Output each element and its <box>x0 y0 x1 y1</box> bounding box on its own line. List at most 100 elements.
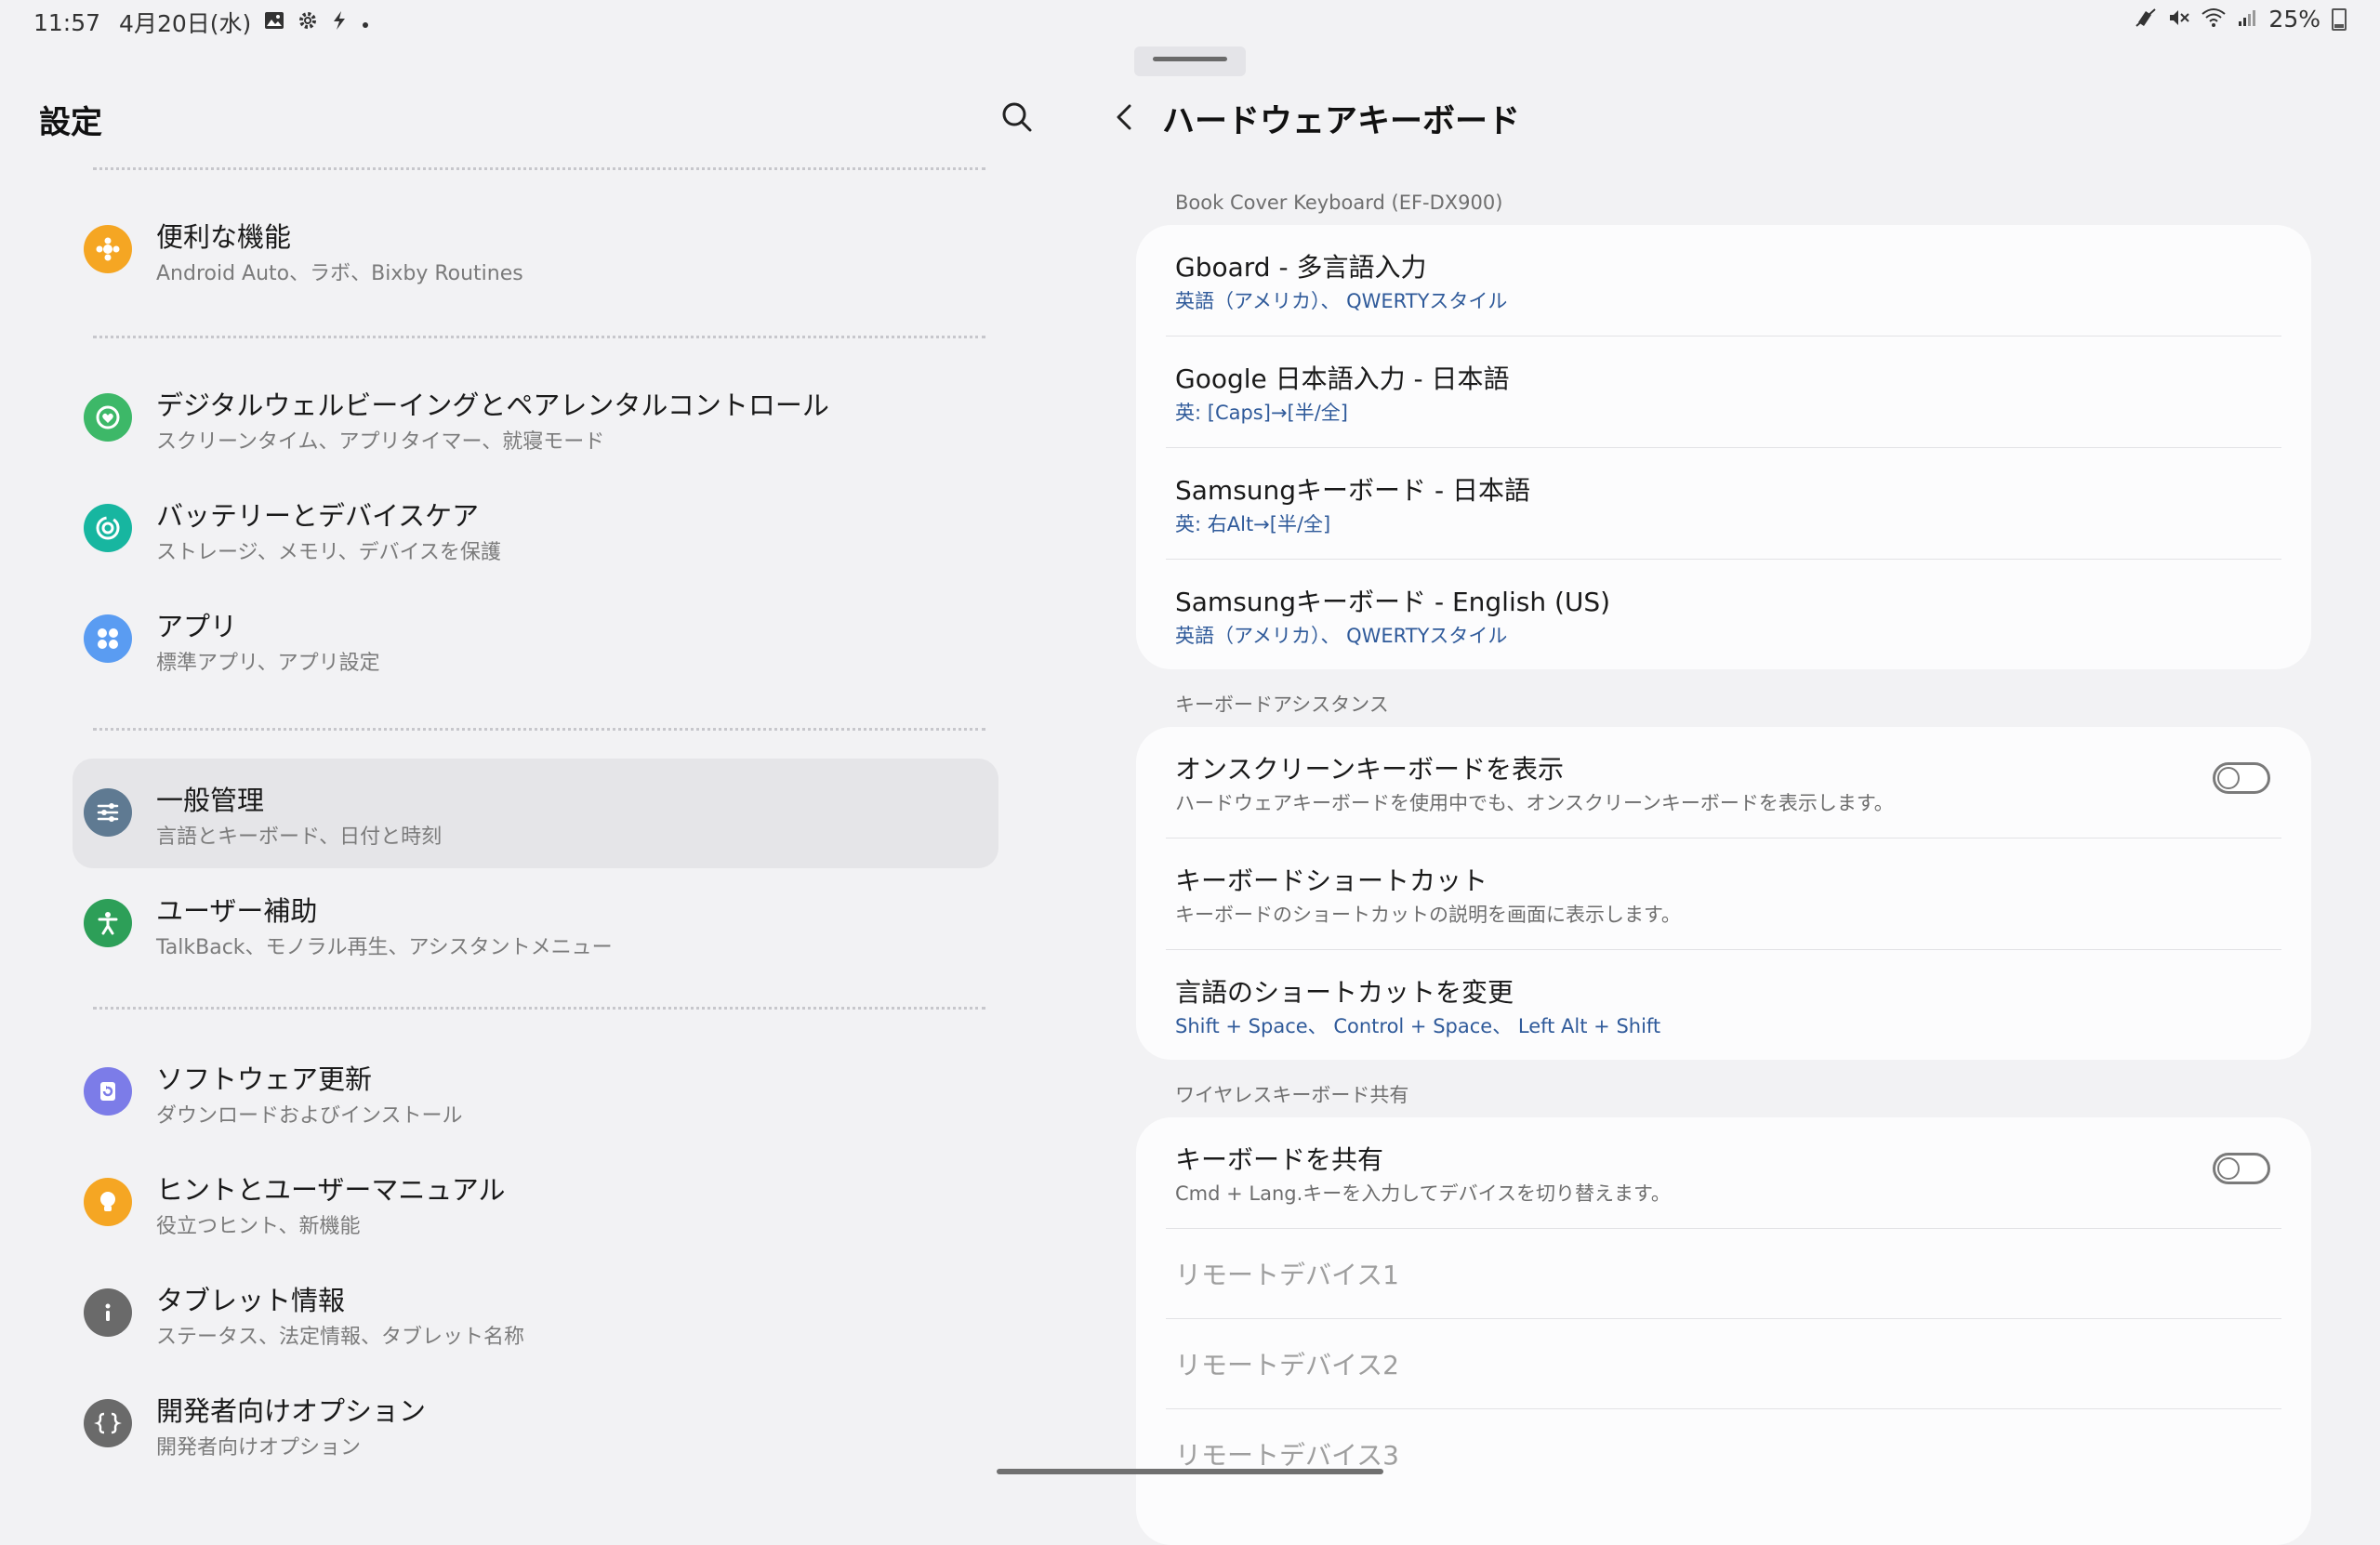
menu-item-subtitle: 言語とキーボード、日付と時刻 <box>156 825 443 849</box>
menu-item-general-management[interactable]: 一般管理 言語とキーボード、日付と時刻 <box>73 759 998 868</box>
bolt-icon <box>331 10 348 34</box>
menu-item-tips-manual[interactable]: ヒントとユーザーマニュアル 役立つヒント、新機能 <box>73 1152 998 1256</box>
update-icon <box>84 1067 132 1116</box>
info-icon <box>84 1288 132 1337</box>
row-subtitle: Cmd + Lang.キーを入力してデバイスを切り替えます。 <box>1175 1182 1671 1205</box>
menu-item-digital-wellbeing[interactable]: デジタルウェルビーイングとペアレンタルコントロール スクリーンタイム、アプリタイ… <box>73 367 998 471</box>
list-item-show-onscreen-keyboard[interactable]: オンスクリーンキーボードを表示 ハードウェアキーボードを使用中でも、オンスクリー… <box>1166 727 2281 838</box>
list-item-samsung-english[interactable]: Samsungキーボード - English (US) 英語（アメリカ）、 QW… <box>1166 559 2281 669</box>
menu-item-label: 便利な機能 <box>156 221 292 253</box>
lightbulb-icon <box>84 1178 132 1226</box>
section-header: ワイヤレスキーボード共有 <box>1175 1084 1409 1106</box>
row-subtitle: 英語（アメリカ）、 QWERTYスタイル <box>1175 290 1508 312</box>
list-item-language-shortcut[interactable]: 言語のショートカットを変更 Shift + Space、 Control + S… <box>1166 949 2281 1060</box>
list-item-share-keyboard[interactable]: キーボードを共有 Cmd + Lang.キーを入力してデバイスを切り替えます。 <box>1166 1117 2281 1228</box>
keyboard-assistance-card: オンスクリーンキーボードを表示 ハードウェアキーボードを使用中でも、オンスクリー… <box>1136 727 2311 1060</box>
row-title: 言語のショートカットを変更 <box>1175 977 1514 1008</box>
search-icon[interactable] <box>998 99 1036 136</box>
row-subtitle: 英: [Caps]→[半/全] <box>1175 402 1348 424</box>
menu-item-subtitle: Android Auto、ラボ、Bixby Routines <box>156 262 523 285</box>
device-care-icon <box>84 504 132 552</box>
menu-item-tablet-info[interactable]: タブレット情報 ステータス、法定情報、タブレット名称 <box>73 1262 998 1367</box>
menu-item-advanced-features[interactable]: 便利な機能 Android Auto、ラボ、Bixby Routines <box>73 199 998 303</box>
divider <box>93 167 985 170</box>
menu-item-label: ソフトウェア更新 <box>156 1063 373 1095</box>
menu-item-subtitle: TalkBack、モノラル再生、アシスタントメニュー <box>156 936 613 959</box>
signal-icon <box>2237 7 2257 32</box>
braces-icon <box>84 1399 132 1447</box>
menu-item-label: バッテリーとデバイスケア <box>156 500 480 532</box>
keyboard-layouts-card: Gboard - 多言語入力 英語（アメリカ）、 QWERTYスタイル Goog… <box>1136 225 2311 669</box>
list-item-gboard[interactable]: Gboard - 多言語入力 英語（アメリカ）、 QWERTYスタイル <box>1166 225 2281 336</box>
page-title: 設定 <box>39 104 102 141</box>
wellbeing-icon <box>84 393 132 442</box>
menu-item-label: デジタルウェルビーイングとペアレンタルコントロール <box>156 390 829 421</box>
menu-item-subtitle: ステータス、法定情報、タブレット名称 <box>156 1326 525 1349</box>
row-title: キーボードを共有 <box>1175 1144 1384 1175</box>
row-title: リモートデバイス3 <box>1175 1440 1399 1471</box>
row-title: リモートデバイス2 <box>1175 1350 1399 1380</box>
menu-item-label: タブレット情報 <box>156 1285 346 1316</box>
section-header: Book Cover Keyboard (EF-DX900) <box>1175 191 1503 214</box>
list-item-google-japanese[interactable]: Google 日本語入力 - 日本語 英: [Caps]→[半/全] <box>1166 336 2281 447</box>
page-title: ハードウェアキーボード <box>1162 103 1521 140</box>
menu-item-subtitle: 開発者向けオプション <box>156 1436 362 1459</box>
menu-item-software-update[interactable]: ソフトウェア更新 ダウンロードおよびインストール <box>73 1041 998 1145</box>
wifi-icon <box>2202 7 2227 32</box>
list-item-remote-device-2[interactable]: リモートデバイス2 <box>1166 1318 2281 1408</box>
menu-item-apps[interactable]: アプリ 標準アプリ、アプリ設定 <box>73 588 998 693</box>
row-title: Samsungキーボード - 日本語 <box>1175 475 1530 506</box>
list-item-samsung-japanese[interactable]: Samsungキーボード - 日本語 英: 右Alt→[半/全] <box>1166 447 2281 559</box>
row-subtitle: 英語（アメリカ）、 QWERTYスタイル <box>1175 625 1508 647</box>
list-item-keyboard-shortcuts[interactable]: キーボードショートカット キーボードのショートカットの説明を画面に表示します。 <box>1166 838 2281 949</box>
row-title: Google 日本語入力 - 日本語 <box>1175 363 1510 394</box>
onscreen-keyboard-toggle[interactable] <box>2213 762 2270 794</box>
divider <box>93 728 985 731</box>
menu-item-battery-device-care[interactable]: バッテリーとデバイスケア ストレージ、メモリ、デバイスを保護 <box>73 478 998 582</box>
status-bar: 11:57 4月20日(水) 25% <box>0 0 2380 41</box>
star-icon <box>84 225 132 273</box>
sliders-icon <box>84 788 132 837</box>
row-title: Gboard - 多言語入力 <box>1175 252 1427 283</box>
settings-list-pane: 設定 便利な機能 Android Auto、ラボ、Bixby Routines … <box>0 84 1032 1486</box>
status-date: 4月20日(水) <box>119 10 252 37</box>
gear-icon <box>298 10 318 34</box>
menu-item-label: ユーザー補助 <box>156 895 318 927</box>
list-item-remote-device-3[interactable]: リモートデバイス3 <box>1166 1408 2281 1499</box>
row-subtitle: 英: 右Alt→[半/全] <box>1175 513 1331 535</box>
wireless-keyboard-share-card: キーボードを共有 Cmd + Lang.キーを入力してデバイスを切り替えます。 … <box>1136 1117 2311 1545</box>
battery-icon <box>2332 7 2347 31</box>
menu-item-subtitle: ダウンロードおよびインストール <box>156 1104 463 1128</box>
menu-item-accessibility[interactable]: ユーザー補助 TalkBack、モノラル再生、アシスタントメニュー <box>73 873 998 977</box>
status-time: 11:57 <box>33 8 101 36</box>
menu-item-label: アプリ <box>156 611 238 642</box>
row-subtitle: ハードウェアキーボードを使用中でも、オンスクリーンキーボードを表示します。 <box>1175 792 1894 814</box>
battery-percent: 25% <box>2268 6 2320 33</box>
volume-mute-icon <box>2168 7 2190 32</box>
row-subtitle: キーボードのショートカットの説明を画面に表示します。 <box>1175 904 1681 926</box>
image-icon <box>264 11 284 33</box>
menu-item-developer-options[interactable]: 開発者向けオプション 開発者向けオプション <box>73 1373 998 1477</box>
menu-item-subtitle: 標準アプリ、アプリ設定 <box>156 652 380 675</box>
home-indicator[interactable] <box>997 1469 1383 1474</box>
divider <box>93 336 985 338</box>
apps-icon <box>84 614 132 663</box>
accessibility-icon <box>84 899 132 947</box>
row-title: Samsungキーボード - English (US) <box>1175 587 1611 617</box>
row-title: オンスクリーンキーボードを表示 <box>1175 754 1565 785</box>
menu-item-subtitle: 役立つヒント、新機能 <box>156 1215 361 1238</box>
dot-icon <box>361 11 370 33</box>
menu-item-label: 開発者向けオプション <box>156 1395 427 1427</box>
menu-item-subtitle: スクリーンタイム、アプリタイマー、就寝モード <box>156 430 605 454</box>
menu-item-subtitle: ストレージ、メモリ、デバイスを保護 <box>156 541 501 564</box>
back-arrow-icon[interactable] <box>1106 99 1144 136</box>
section-header: キーボードアシスタンス <box>1175 693 1389 716</box>
list-item-remote-device-1[interactable]: リモートデバイス1 <box>1166 1228 2281 1318</box>
share-keyboard-toggle[interactable] <box>2213 1153 2270 1184</box>
menu-item-label: ヒントとユーザーマニュアル <box>156 1174 506 1206</box>
row-title: リモートデバイス1 <box>1175 1260 1399 1290</box>
split-view-handle[interactable] <box>1134 46 1246 76</box>
row-title: キーボードショートカット <box>1175 865 1488 896</box>
divider <box>93 1007 985 1010</box>
hardware-keyboard-pane: ハードウェアキーボード Book Cover Keyboard (EF-DX90… <box>1078 84 2380 1545</box>
